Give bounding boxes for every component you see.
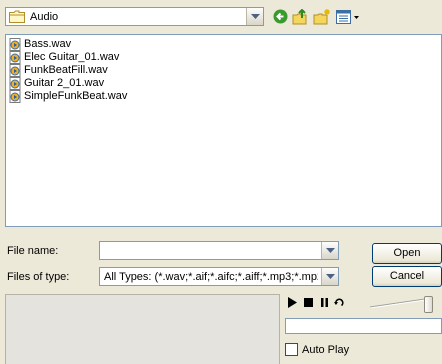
look-in-value: Audio xyxy=(30,11,59,23)
preview-pane xyxy=(5,294,280,364)
file-name-field[interactable] xyxy=(99,241,339,260)
pause-icon[interactable] xyxy=(319,297,330,308)
views-menu-button[interactable] xyxy=(335,7,361,26)
loop-icon[interactable] xyxy=(334,297,345,308)
folder-icon xyxy=(9,10,25,23)
up-folder-icon xyxy=(292,8,307,24)
look-in-combo[interactable]: Audio xyxy=(5,7,264,26)
new-folder-button[interactable] xyxy=(312,7,331,26)
up-folder-button[interactable] xyxy=(291,7,310,26)
back-button[interactable] xyxy=(271,7,290,26)
file-list[interactable]: Bass.wav Elec Guitar_01.wav FunkBeatFill… xyxy=(5,34,442,227)
file-name-label: File name: xyxy=(7,245,59,257)
file-name: Guitar 2_01.wav xyxy=(24,77,105,89)
look-in-dropdown-button[interactable] xyxy=(246,8,263,25)
autoplay-label[interactable]: Auto Play xyxy=(302,344,349,357)
list-item[interactable]: Bass.wav xyxy=(9,38,71,51)
chevron-down-icon xyxy=(325,247,335,253)
file-type-label: Files of type: xyxy=(7,271,70,283)
list-item[interactable]: SimpleFunkBeat.wav xyxy=(9,90,127,103)
file-name: Elec Guitar_01.wav xyxy=(24,51,120,63)
volume-ramp-icon xyxy=(370,297,432,308)
views-menu-icon xyxy=(336,9,359,24)
stop-icon[interactable] xyxy=(303,297,314,308)
volume-slider-thumb[interactable] xyxy=(424,296,433,313)
play-icon[interactable] xyxy=(287,297,298,308)
audio-file-icon xyxy=(9,90,21,103)
file-type-dropdown-button[interactable] xyxy=(321,268,338,285)
file-name: Bass.wav xyxy=(24,38,72,50)
playback-progress-bar[interactable] xyxy=(285,318,442,334)
chevron-down-icon xyxy=(325,273,335,279)
cancel-button[interactable]: Cancel xyxy=(372,266,442,287)
open-button-label: Open xyxy=(393,247,421,259)
list-item[interactable]: FunkBeatFill.wav xyxy=(9,64,108,77)
list-item[interactable]: Guitar 2_01.wav xyxy=(9,77,104,90)
cancel-button-label: Cancel xyxy=(389,270,425,282)
file-name-dropdown-button[interactable] xyxy=(321,242,338,259)
file-name: SimpleFunkBeat.wav xyxy=(24,90,128,102)
file-type-value: All Types: (*.wav;*.aif;*.aifc;*.aiff;*.… xyxy=(104,271,318,283)
audio-file-icon xyxy=(9,38,21,51)
list-item[interactable]: Elec Guitar_01.wav xyxy=(9,51,119,64)
audio-file-icon xyxy=(9,77,21,90)
audio-file-icon xyxy=(9,64,21,77)
audio-file-icon xyxy=(9,51,21,64)
back-arrow-icon xyxy=(273,9,288,24)
file-type-select[interactable]: All Types: (*.wav;*.aif;*.aifc;*.aiff;*.… xyxy=(99,267,339,286)
chevron-down-icon xyxy=(250,13,260,19)
new-folder-icon xyxy=(313,8,330,24)
autoplay-checkbox[interactable] xyxy=(285,343,298,356)
open-button[interactable]: Open xyxy=(372,243,442,264)
file-name: FunkBeatFill.wav xyxy=(24,64,108,76)
